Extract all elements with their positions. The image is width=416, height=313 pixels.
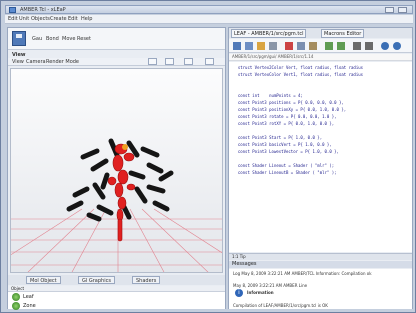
tab-leaf-editor[interactable]: LEAF - AMBER/1/src/pgm.tcl [231,29,307,38]
message-line: Information [247,290,274,295]
menu-item[interactable]: Edit [8,16,18,22]
rotate-icon[interactable] [184,58,193,65]
toolbar-button[interactable]: Bond [46,36,59,42]
zoom-icon[interactable] [205,58,214,65]
bottom-tab-bar: Mol Object Gl Graphics Shaders [8,275,225,285]
code-line: const Point3 positionXy = P{ 0.0, 1.0, 0… [233,107,347,112]
object-list: Object Leaf Zone [8,286,225,310]
messages-header: Messages [229,261,412,268]
editor-toolbar [229,39,412,53]
find-icon[interactable] [353,42,361,50]
protein-backbone [107,143,136,242]
floor-grid [11,208,222,272]
app-icon [9,7,16,13]
object-label: Zone [23,303,36,309]
copy-icon[interactable] [297,42,305,50]
code-line: const Shader Lineout = Shader ( "mlr" ); [233,163,335,168]
save-icon[interactable] [12,31,26,46]
object-icon [12,293,20,301]
object-list-header: Object [8,286,225,292]
code-line: const Point3 rotate = P{ 0.0, 0.0, 1.0 }… [233,114,337,119]
code-line: const Point3 rotXY = P{ 0.0, 1.0, 0.0 }, [233,121,335,126]
code-line: const Point3 Start = P{ 1.0, 0.0 }, [233,135,323,140]
file-path: AMBER/1/src/pgm/gui/ AMBER/1/src/1.14 [229,54,412,61]
paste-icon[interactable] [309,42,317,50]
tab-macros-editor[interactable]: Macrons Editor [321,29,365,38]
window-title: AMBER Tcl - xLEaP [20,7,66,13]
save-icon[interactable] [233,42,241,50]
editor-tab-bar: LEAF - AMBER/1/src/pgm.tcl Macrons Edito… [229,28,412,38]
add-icon[interactable] [165,58,174,65]
menu-item[interactable]: Create [50,16,67,22]
message-line: Log May 8, 2009 3:22:21 AM AMBER/TCL Inf… [233,271,372,276]
open-icon[interactable] [257,42,265,50]
molecule-scene [11,138,222,272]
code-line: struct Vertex2Color Vert, float radius, … [233,65,364,70]
code-line: const Point3 basicVert = P{ 1.0, 0.0 }, [233,142,332,147]
title-bar: AMBER Tcl - xLEaP [5,5,413,14]
zoom-icon[interactable] [393,42,401,50]
replace-icon[interactable] [365,42,373,50]
toolbar-button[interactable]: Move [62,36,75,42]
undo-icon[interactable] [325,42,333,50]
code-editor[interactable]: struct Vertex2Color Vert, float radius, … [229,62,412,252]
menu-item[interactable]: Objects [31,16,50,22]
menu-bar: Edit Unit Objects Create Edit Help [5,15,413,24]
object-label: Leaf [23,294,34,300]
view-menu-item[interactable]: Render Mode [46,59,79,65]
tab-mol-object[interactable]: Mol Object [26,276,61,284]
highlight-atom [122,144,128,150]
message-line: Compilation of LEAF/AMBER/1/src/pgm.tcl … [233,303,328,308]
menu-item[interactable]: Unit [19,16,29,22]
menu-item[interactable]: Help [81,16,92,22]
info-icon: i [235,289,243,297]
code-line: const Point3 LowestVector = P{ 1.0, 0.0 … [233,149,339,154]
code-line: const Point3 positions = P{ 0.0, 0.0, 0.… [233,100,344,105]
code-line: struct VertexColor Vert1, float radius, … [233,72,364,77]
editor-panel: LEAF - AMBER/1/src/pgm.tcl Macrons Edito… [228,27,413,309]
minimize-button[interactable] [385,7,394,13]
tab-shaders[interactable]: Shaders [132,276,161,284]
code-line: const int numPoints = 4; [233,93,303,98]
save-all-icon[interactable] [245,42,253,50]
application-window: AMBER Tcl - xLEaP Edit Unit Objects Crea… [0,0,416,313]
menu-item[interactable]: Edit [68,16,78,22]
3d-viewport[interactable] [10,68,223,273]
view-menu: View Camera Render Mode [8,58,225,66]
search-icon[interactable] [381,42,389,50]
toolbar-button[interactable]: Reset [77,36,91,42]
messages-panel: i Log May 8, 2009 3:22:21 AM AMBER/TCL I… [229,269,412,309]
toolbar-button[interactable]: Gau [32,36,42,42]
message-line: May 8, 2009 3:22:21 AM AMBER Line [233,283,308,288]
pointer-icon[interactable] [148,58,157,65]
close-button[interactable] [398,7,407,13]
print-icon[interactable] [269,42,277,50]
object-icon [12,302,20,310]
tab-gl-graphics[interactable]: Gl Graphics [78,276,115,284]
main-toolbar: Gau Bond Move Reset [8,28,225,50]
view-menu-item[interactable]: Camera [26,59,46,65]
molecule-view-panel: Gau Bond Move Reset View View Camera Ren… [7,27,226,310]
redo-icon[interactable] [337,42,345,50]
view-menu-item[interactable]: View [12,59,24,65]
cut-icon[interactable] [285,42,293,50]
code-line: const Shader LineoutB = Shader ( "mlr" )… [233,170,337,175]
status-bar: 1:1 Tip [229,253,412,260]
